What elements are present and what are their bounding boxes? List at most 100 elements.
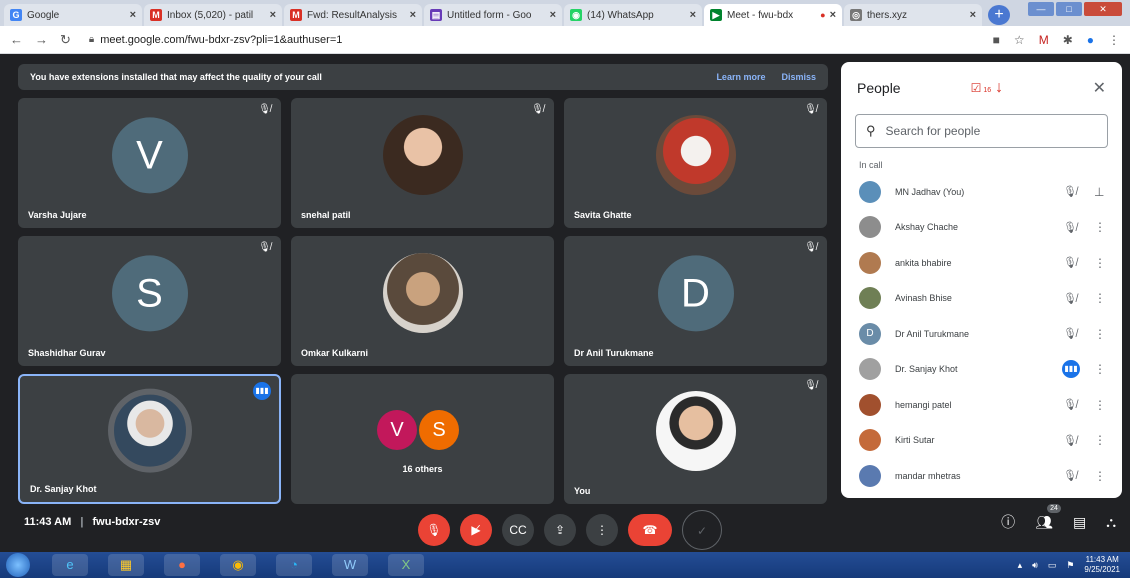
- close-window-icon[interactable]: ✕: [1084, 2, 1122, 16]
- firefox-icon[interactable]: ●: [164, 554, 200, 576]
- forward-icon[interactable]: →: [35, 32, 48, 47]
- tab-meet[interactable]: ▶ Meet - fwu-bdx ● ×: [704, 4, 842, 26]
- close-icon[interactable]: ✕: [1093, 78, 1106, 98]
- new-tab-button[interactable]: +: [988, 5, 1010, 25]
- address-bar: ← → ↻ 🔒︎ meet.google.com/fwu-bdxr-zsv?pl…: [0, 26, 1130, 54]
- more-options-button[interactable]: ⋮: [586, 514, 618, 546]
- participant-name: Dr Anil Turukmane: [574, 348, 654, 358]
- close-tab-icon[interactable]: ×: [130, 9, 136, 21]
- volume-icon[interactable]: 🔊︎: [1032, 560, 1038, 571]
- avatar: [859, 358, 881, 381]
- leave-call-button[interactable]: ☎: [628, 514, 672, 546]
- word-icon[interactable]: W: [332, 554, 368, 576]
- close-tab-icon[interactable]: ×: [270, 9, 276, 21]
- list-item[interactable]: D Dr Anil Turukmane 🎙︎̸ ⋮: [841, 316, 1122, 352]
- others-tile[interactable]: V S 16 others: [291, 374, 554, 504]
- list-item[interactable]: Dr. Sanjay Khot ▮▮▮ ⋮: [841, 352, 1122, 388]
- avatar: V: [377, 410, 417, 450]
- system-clock[interactable]: 11:43 AM 9/25/2021: [1084, 555, 1120, 575]
- participant-count-badge: 24: [1047, 503, 1061, 513]
- tab-thers[interactable]: ◎ thers.xyz ×: [844, 4, 982, 26]
- chat-icon[interactable]: ▤: [1073, 514, 1086, 531]
- gmail-extension-icon[interactable]: M: [1039, 33, 1049, 47]
- activities-button[interactable]: ✓: [682, 510, 722, 550]
- activities-icon[interactable]: ⛬: [1106, 514, 1116, 531]
- close-tab-icon[interactable]: ×: [970, 9, 976, 21]
- list-item[interactable]: mandar mhetras 🎙︎̸ ⋮: [841, 458, 1122, 494]
- extensions-icon[interactable]: ✱: [1063, 33, 1073, 47]
- list-item[interactable]: hemangi patel 🎙︎̸ ⋮: [841, 387, 1122, 423]
- participant-tile[interactable]: S 🎙︎̸ Shashidhar Gurav: [18, 236, 281, 366]
- tab-untitled-form[interactable]: ▤ Untitled form - Goo ×: [424, 4, 562, 26]
- present-button[interactable]: ⇪: [544, 514, 576, 546]
- lock-icon[interactable]: 🔒︎: [89, 34, 94, 45]
- tab-fwd-result[interactable]: M Fwd: ResultAnalysis ×: [284, 4, 422, 26]
- meeting-control-bar: 11:43 AM | fwu-bdxr-zsv 🎙︎ ▶̸ CC ⇪ ⋮ ☎ ✓…: [0, 498, 1130, 552]
- reload-icon[interactable]: ↻: [60, 32, 71, 48]
- network-icon[interactable]: ▭: [1048, 560, 1057, 571]
- more-options-icon[interactable]: ⋮: [1094, 256, 1106, 270]
- back-icon[interactable]: ←: [10, 32, 23, 47]
- url-field[interactable]: meet.google.com/fwu-bdxr-zsv?pli=1&authu…: [100, 34, 342, 46]
- mic-off-icon: 🎙︎̸: [531, 104, 544, 115]
- list-item[interactable]: Akshay Chache 🎙︎̸ ⋮: [841, 210, 1122, 246]
- participant-tile[interactable]: V 🎙︎̸ Varsha Jujare: [18, 98, 281, 228]
- menu-icon[interactable]: ⋮: [1108, 33, 1120, 47]
- close-tab-icon[interactable]: ×: [550, 9, 556, 21]
- more-options-icon[interactable]: ⋮: [1094, 362, 1106, 376]
- captions-button[interactable]: CC: [502, 514, 534, 546]
- more-options-icon[interactable]: ⋮: [1094, 398, 1106, 412]
- tab-google[interactable]: G Google ×: [4, 4, 142, 26]
- start-button[interactable]: [6, 553, 30, 577]
- profile-avatar[interactable]: ●: [1087, 33, 1094, 47]
- more-options-icon[interactable]: ⋮: [1094, 327, 1106, 341]
- maximize-icon[interactable]: □: [1056, 2, 1082, 16]
- participant-tile[interactable]: 🎙︎̸ snehal patil: [291, 98, 554, 228]
- more-options-icon[interactable]: ⋮: [1094, 220, 1106, 234]
- more-options-icon[interactable]: ⋮: [1094, 433, 1106, 447]
- participant-tile[interactable]: D 🎙︎̸ Dr Anil Turukmane: [564, 236, 827, 366]
- close-tab-icon[interactable]: ×: [410, 9, 416, 21]
- info-icon[interactable]: ⓘ: [1001, 512, 1015, 532]
- close-tab-icon[interactable]: ×: [830, 9, 836, 21]
- show-hidden-icons[interactable]: ▴: [1018, 560, 1023, 571]
- list-item[interactable]: MN Jadhav (You) 🎙︎̸ ⊥: [841, 174, 1122, 210]
- avatar: V: [111, 117, 188, 194]
- chrome-icon[interactable]: ◉: [220, 554, 256, 576]
- mic-off-icon: 🎙︎̸: [804, 380, 817, 391]
- avatar: [859, 216, 881, 239]
- learn-more-link[interactable]: Learn more: [716, 72, 765, 82]
- more-options-icon[interactable]: ⋮: [1094, 469, 1106, 483]
- edge-icon[interactable]: ◔: [276, 554, 312, 576]
- participant-tile[interactable]: 🎙︎̸ Savita Ghatte: [564, 98, 827, 228]
- list-item[interactable]: Avinash Bhise 🎙︎̸ ⋮: [841, 281, 1122, 317]
- mic-off-icon: 🎙︎̸: [258, 104, 271, 115]
- pin-icon[interactable]: ⊥: [1094, 185, 1104, 199]
- search-input[interactable]: ⚲ Search for people: [855, 114, 1108, 148]
- excel-icon[interactable]: X: [388, 554, 424, 576]
- file-explorer-icon[interactable]: ▦: [108, 554, 144, 576]
- tasks-icon[interactable]: ☑ 16: [971, 81, 992, 95]
- mic-toggle-button[interactable]: 🎙︎: [418, 514, 450, 546]
- avatar: [859, 287, 881, 310]
- more-options-icon[interactable]: ⋮: [1094, 291, 1106, 305]
- tab-inbox[interactable]: M Inbox (5,020) - patil ×: [144, 4, 282, 26]
- close-tab-icon[interactable]: ×: [690, 9, 696, 21]
- self-tile[interactable]: 🎙︎̸ You: [564, 374, 827, 504]
- participant-tile[interactable]: Omkar Kulkarni: [291, 236, 554, 366]
- tab-whatsapp[interactable]: ◉ (14) WhatsApp ×: [564, 4, 702, 26]
- people-button[interactable]: 👥︎ 24: [1035, 503, 1061, 531]
- participant-tile-active-speaker[interactable]: ▮▮▮ Dr. Sanjay Khot: [18, 374, 281, 504]
- list-item[interactable]: Kirti Sutar 🎙︎̸ ⋮: [841, 423, 1122, 459]
- meet-icon: ▶: [710, 9, 722, 21]
- star-icon[interactable]: ☆: [1014, 33, 1025, 47]
- flag-icon[interactable]: ⚑: [1066, 560, 1074, 571]
- camera-toggle-button[interactable]: ▶̸: [460, 514, 492, 546]
- dismiss-button[interactable]: Dismiss: [781, 72, 816, 82]
- ie-icon[interactable]: e: [52, 554, 88, 576]
- mic-off-icon: 🎙︎̸: [1063, 470, 1077, 483]
- mic-off-icon: 🎙︎̸: [1063, 292, 1077, 305]
- list-item[interactable]: ankita bhabire 🎙︎̸ ⋮: [841, 245, 1122, 281]
- camera-icon[interactable]: ■: [993, 33, 1000, 47]
- minimize-icon[interactable]: —: [1028, 2, 1054, 16]
